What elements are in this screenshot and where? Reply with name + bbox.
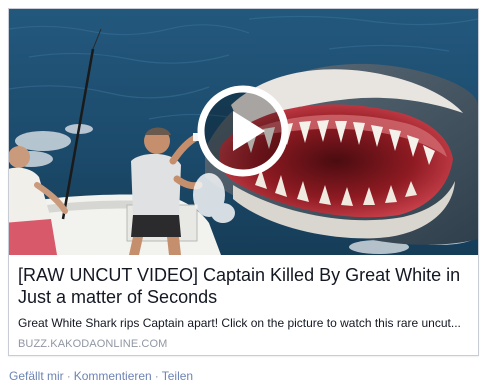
play-button-icon[interactable] bbox=[197, 85, 289, 177]
action-separator: · bbox=[66, 369, 71, 383]
like-link[interactable]: Gefällt mir bbox=[9, 369, 64, 383]
post-title-link[interactable]: [RAW UNCUT VIDEO] Captain Killed By Grea… bbox=[18, 264, 470, 308]
share-link[interactable]: Teilen bbox=[162, 369, 193, 383]
link-preview-card[interactable]: [RAW UNCUT VIDEO] Captain Killed By Grea… bbox=[8, 8, 479, 356]
comment-link[interactable]: Kommentieren bbox=[74, 369, 152, 383]
post-description: Great White Shark rips Captain apart! Cl… bbox=[18, 316, 461, 330]
video-thumbnail[interactable] bbox=[9, 9, 478, 255]
post-domain: BUZZ.KAKODAONLINE.COM bbox=[18, 338, 168, 350]
link-preview-text: [RAW UNCUT VIDEO] Captain Killed By Grea… bbox=[18, 264, 470, 351]
action-separator: · bbox=[154, 369, 159, 383]
post-actions-bar: Gefällt mir · Kommentieren · Teilen bbox=[9, 369, 193, 384]
